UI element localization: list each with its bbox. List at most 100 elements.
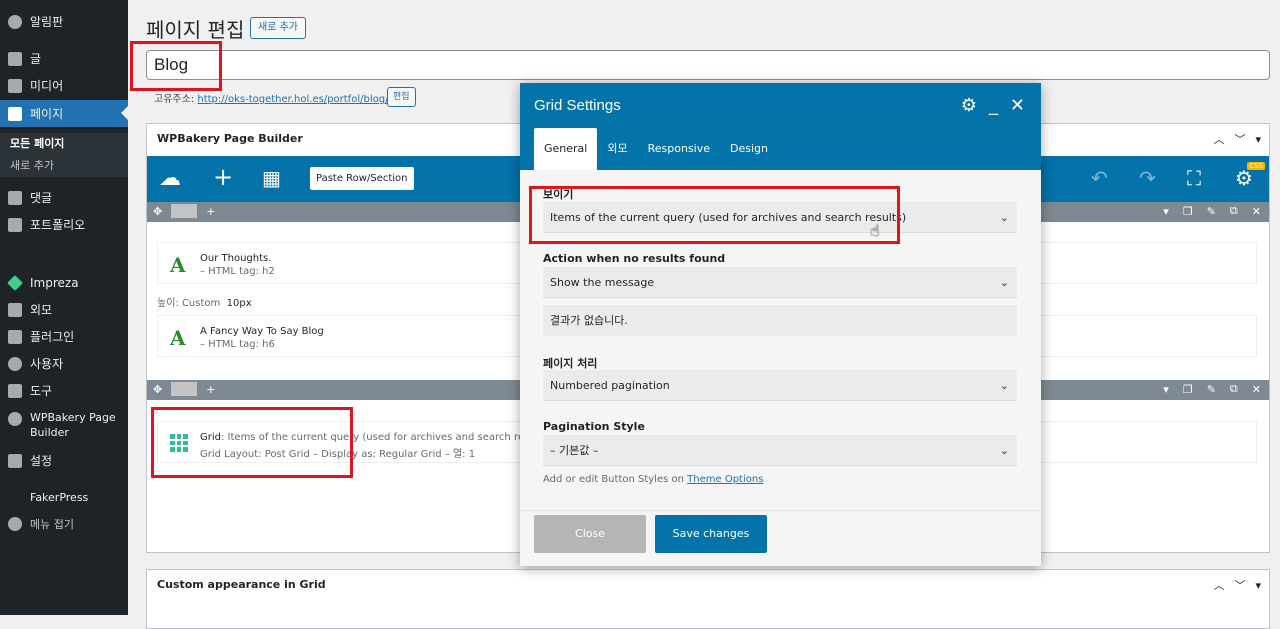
paste-row-button[interactable]: Paste Row/Section xyxy=(310,167,414,190)
move-icon[interactable]: ✥ xyxy=(153,383,162,396)
sidebar-item-portfolio[interactable]: 포트폴리오 xyxy=(0,211,128,238)
permalink-edit-button[interactable]: 편집 xyxy=(387,87,416,107)
add-column-icon[interactable]: + xyxy=(206,383,215,396)
sidebar-item-users[interactable]: 사용자 xyxy=(0,350,128,377)
add-column-icon[interactable]: + xyxy=(206,205,215,218)
cloud-icon xyxy=(8,412,22,426)
pagination-style-select[interactable]: – 기본값 – ⌄ xyxy=(543,435,1017,466)
minimize-icon[interactable]: _ xyxy=(989,95,998,116)
delete-icon[interactable]: ✕ xyxy=(1252,205,1261,218)
pagination-label: 페이지 처리 xyxy=(543,357,598,370)
post-title-input[interactable]: Blog xyxy=(146,50,1270,80)
media-icon xyxy=(8,78,22,93)
show-label: 보이기 xyxy=(543,188,574,201)
current-arrow-icon xyxy=(121,106,128,120)
show-select[interactable]: Items of the current query (used for arc… xyxy=(543,202,1017,233)
triangle-down-icon[interactable]: ▾ xyxy=(1255,133,1261,146)
custom-appearance-panel: Custom appearance in Grid ︿ ﹀ ▾ xyxy=(146,569,1270,629)
sidebar-item-impreza[interactable]: Impreza xyxy=(0,269,128,296)
copy-icon[interactable]: ❐ xyxy=(1183,205,1193,218)
sidebar-item-dashboard[interactable]: 알림판 xyxy=(0,8,128,35)
theme-options-link[interactable]: Theme Options xyxy=(687,474,763,485)
sidebar-item-fakerpress[interactable]: FakerPress xyxy=(0,484,128,511)
grid-subtitle: Grid Layout: Post Grid – Display as: Reg… xyxy=(200,449,476,460)
grid-description: : Items of the current query (used for a… xyxy=(221,432,552,443)
help-text-label: Add or edit Button Styles on xyxy=(543,474,684,485)
pagination-select-value: Numbered pagination xyxy=(550,379,670,392)
close-button[interactable]: Close xyxy=(534,515,646,553)
sidebar-item-label: 글 xyxy=(30,52,42,66)
sidebar-item-appearance[interactable]: 외모 xyxy=(0,296,128,323)
copy-icon[interactable]: ❐ xyxy=(1183,383,1193,396)
column-layout-icon[interactable] xyxy=(171,382,198,396)
close-icon[interactable]: ✕ xyxy=(1010,95,1025,116)
sidebar-item-posts[interactable]: 글 xyxy=(0,45,128,72)
triangle-down-icon[interactable]: ▾ xyxy=(1255,579,1261,592)
text-heading-icon: A xyxy=(170,253,186,277)
permalink-link[interactable]: http://oks-together.hol.es/portfol/blog/ xyxy=(197,94,388,105)
no-results-message-input[interactable]: 결과가 없습니다. xyxy=(543,305,1017,336)
sidebar-item-settings[interactable]: 설정 xyxy=(0,447,128,474)
sidebar-item-label: 포트폴리오 xyxy=(30,218,86,232)
portfolio-icon xyxy=(8,217,22,232)
add-element-icon[interactable]: + xyxy=(213,163,233,191)
pencil-icon[interactable]: ✎ xyxy=(1207,383,1216,396)
sidebar-item-plugins[interactable]: 플러그인 xyxy=(0,323,128,350)
submenu-all-pages[interactable]: 모든 페이지 xyxy=(0,133,128,155)
clone-icon[interactable]: ⧉ xyxy=(1230,204,1238,218)
spacer-label: 높이: Custom xyxy=(157,298,221,309)
tab-appearance[interactable]: 외모 xyxy=(597,128,637,170)
no-results-select[interactable]: Show the message ⌄ xyxy=(543,267,1017,298)
sidebar-item-pages[interactable]: 페이지 xyxy=(0,100,128,127)
chevron-down-icon[interactable]: ﹀ xyxy=(1234,577,1245,593)
pin-icon xyxy=(8,51,22,66)
no-results-label: Action when no results found xyxy=(543,252,726,265)
tab-general[interactable]: General xyxy=(534,128,598,170)
gear-icon[interactable]: ⚙ xyxy=(961,95,977,116)
chevron-up-icon[interactable]: ︿ xyxy=(1213,131,1224,147)
column-layout-icon[interactable] xyxy=(171,204,198,218)
chevron-down-icon: ⌄ xyxy=(999,379,1009,392)
sidebar-item-label: 메뉴 접기 xyxy=(30,517,74,531)
sidebar-item-wpbakery[interactable]: WPBakery Page Builder xyxy=(0,410,128,444)
sidebar-item-tools[interactable]: 도구 xyxy=(0,377,128,404)
save-changes-button[interactable]: Save changes xyxy=(655,515,767,553)
sidebar-item-label: 페이지 xyxy=(30,107,64,121)
toggle-icon[interactable]: ▾ xyxy=(1163,205,1169,218)
toggle-icon[interactable]: ▾ xyxy=(1163,383,1169,396)
element-title: Our Thoughts. xyxy=(200,253,272,264)
sidebar-item-label: 외모 xyxy=(30,303,53,317)
user-icon xyxy=(8,356,22,371)
undo-icon[interactable]: ↶ xyxy=(1091,166,1108,190)
sidebar-item-media[interactable]: 미디어 xyxy=(0,72,128,99)
pagination-select[interactable]: Numbered pagination ⌄ xyxy=(543,370,1017,401)
move-icon[interactable]: ✥ xyxy=(153,205,162,218)
clone-icon[interactable]: ⧉ xyxy=(1230,382,1238,396)
delete-icon[interactable]: ✕ xyxy=(1252,383,1261,396)
tab-responsive[interactable]: Responsive xyxy=(638,128,720,170)
spacer-value: 10px xyxy=(226,298,252,309)
chevron-down-icon: ⌄ xyxy=(999,444,1009,457)
sidebar-item-label: 알림판 xyxy=(30,15,64,29)
panel-title: Custom appearance in Grid xyxy=(157,578,326,591)
submenu-add-new[interactable]: 새로 추가 xyxy=(0,155,128,177)
fullscreen-icon[interactable]: ⛶ xyxy=(1187,166,1201,190)
dashboard-icon xyxy=(8,14,22,29)
element-subtitle: – HTML tag: h6 xyxy=(200,339,275,350)
tab-design[interactable]: Design xyxy=(720,128,778,170)
sidebar-item-label: WPBakery Page Builder xyxy=(30,411,116,439)
cloud-logo-icon[interactable]: ☁ xyxy=(159,166,181,191)
chevron-down-icon[interactable]: ﹀ xyxy=(1234,131,1245,147)
permalink-label: 고유주소: xyxy=(154,94,195,105)
sidebar-item-label: FakerPress xyxy=(30,491,89,504)
chevron-up-icon[interactable]: ︿ xyxy=(1213,577,1224,593)
template-icon[interactable]: ▦ xyxy=(262,166,281,190)
add-new-button[interactable]: 새로 추가 xyxy=(250,17,306,39)
grid-settings-modal: Grid Settings ⚙ _ ✕ General 외모 Responsive … xyxy=(520,83,1041,566)
pencil-icon[interactable]: ✎ xyxy=(1207,205,1216,218)
text-heading-icon: A xyxy=(170,326,186,350)
sidebar-collapse[interactable]: 메뉴 접기 xyxy=(0,510,128,537)
sidebar-item-comments[interactable]: 댓글 xyxy=(0,184,128,211)
redo-icon[interactable]: ↷ xyxy=(1139,166,1156,190)
panel-controls: ︿ ﹀ ▾ xyxy=(1213,124,1261,154)
